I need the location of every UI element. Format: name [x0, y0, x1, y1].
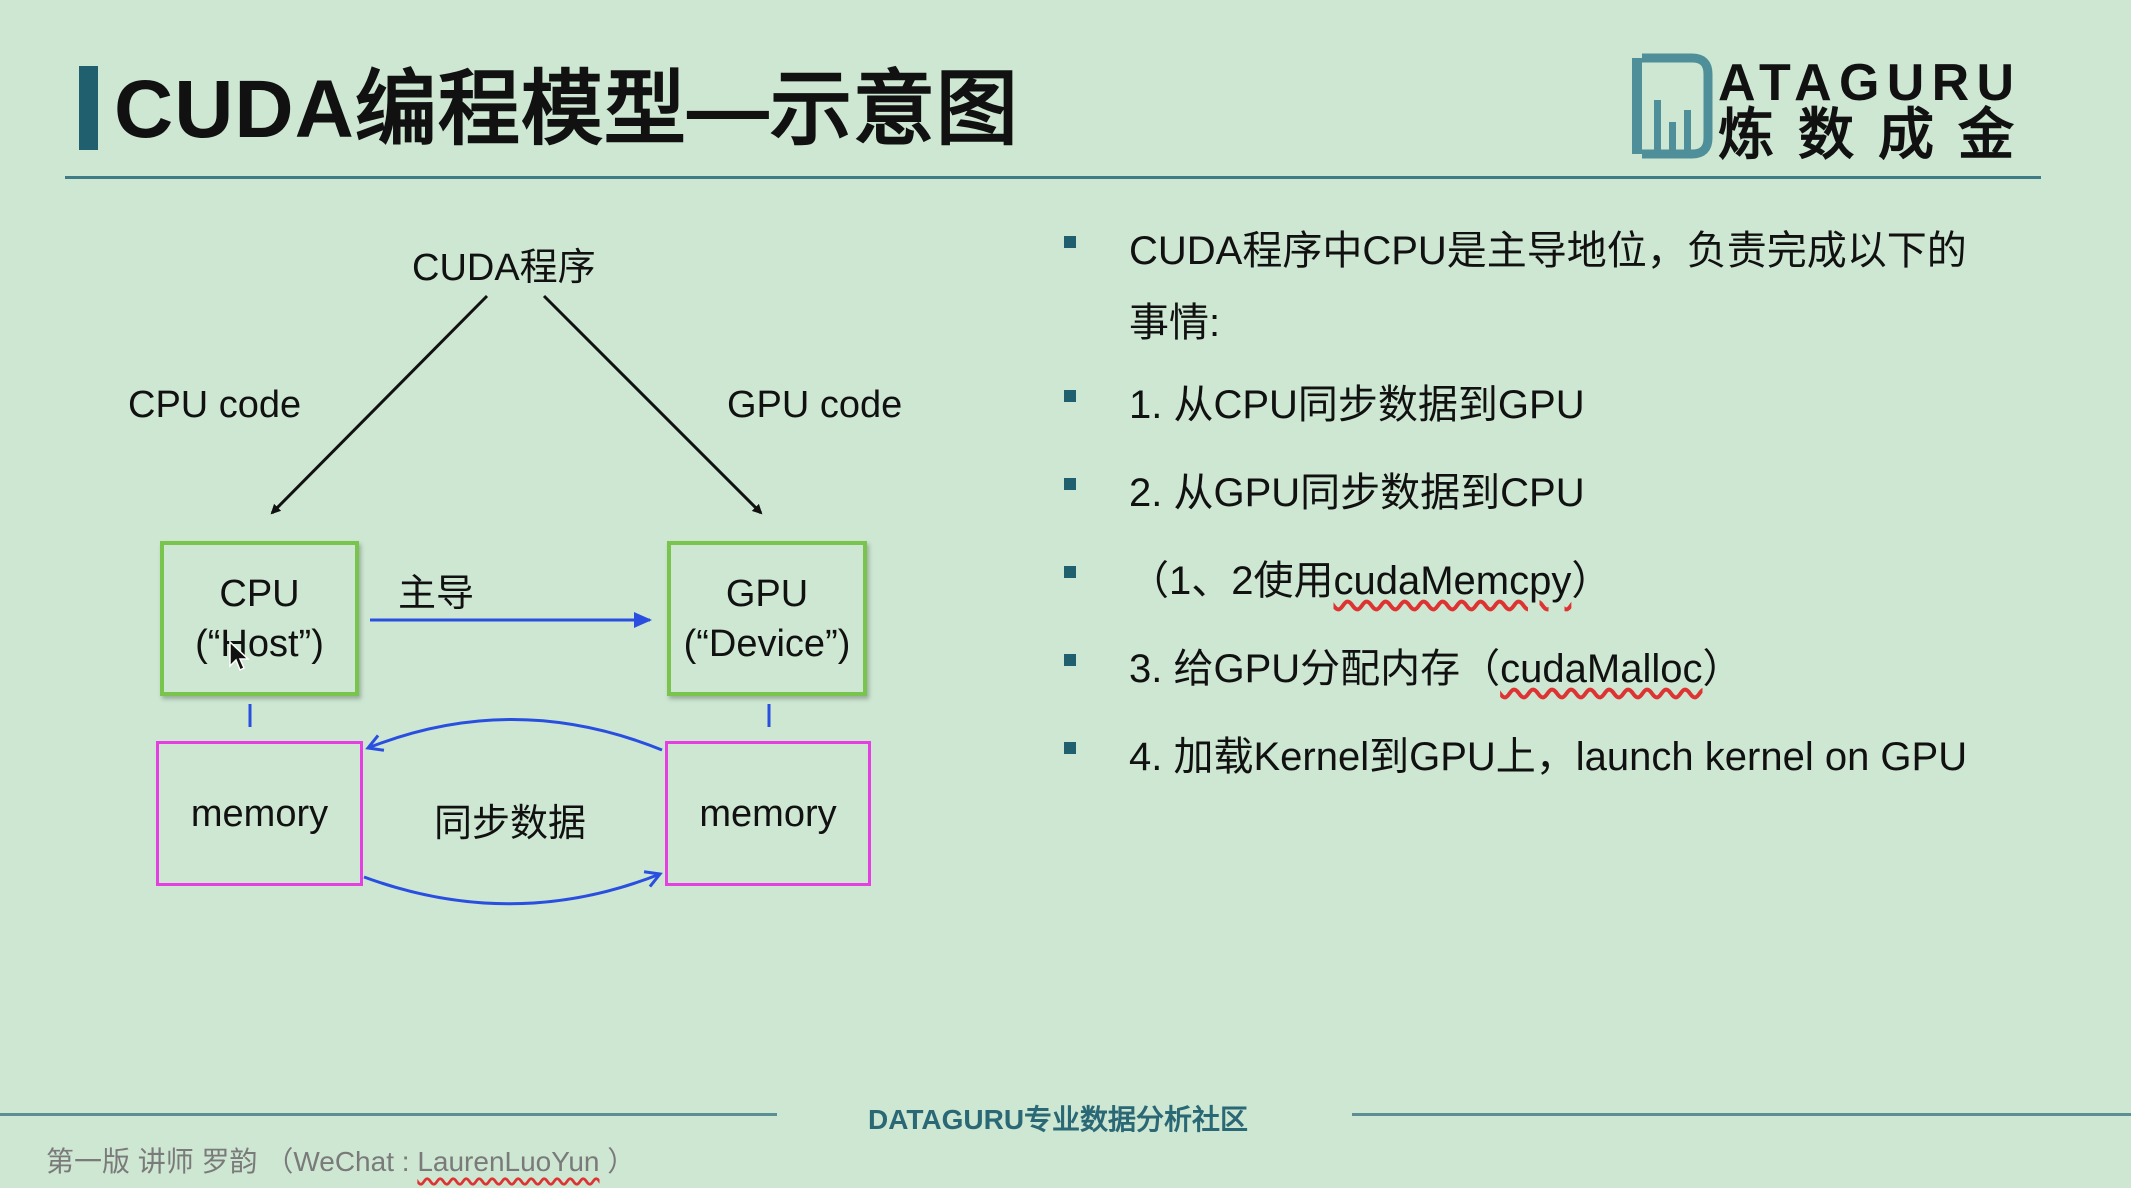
gpu-device-box: GPU (“Device”) [667, 541, 867, 696]
dataguru-logo: ATAGURU 炼数成金 [1632, 53, 2015, 160]
host-memory-label: memory [190, 792, 329, 835]
bullet-marker [1064, 478, 1076, 490]
cuda-program-label: CUDA程序 [412, 247, 596, 289]
bullet-marker [1064, 236, 1076, 248]
cpu-code-label: CPU code [128, 384, 302, 426]
arrow-cpu-code [270, 294, 489, 515]
cpu-box-subtitle: (“Host”) [195, 622, 324, 665]
bullet-marker [1064, 566, 1076, 578]
bullet-marker [1064, 742, 1076, 754]
gpu-box-subtitle: (“Device”) [683, 622, 851, 665]
gpu-code-label: GPU code [727, 384, 903, 426]
footer-divider-right [1352, 1113, 2131, 1116]
wechat-id: LaurenLuoYun [417, 1146, 600, 1177]
footer-credit: 第一版 讲师 罗韵 （WeChat : LaurenLuoYun ） [46, 1146, 636, 1177]
control-label: 主导 [398, 573, 475, 615]
bullet-marker [1064, 390, 1076, 402]
cpu-box-title: CPU [219, 572, 300, 615]
gpu-box-title: GPU [725, 572, 809, 615]
spellcheck-word: cudaMemcpy [1333, 559, 1572, 603]
footer-divider-left [0, 1113, 777, 1116]
device-memory-label: memory [699, 792, 837, 835]
arrow-sync-to-device [363, 870, 663, 906]
sync-data-label: 同步数据 [434, 803, 587, 845]
footer-brand: DATAGURU专业数据分析社区 [868, 1104, 1249, 1135]
cpu-host-box: CPU (“Host”) [160, 541, 359, 696]
mouse-cursor-icon [229, 640, 250, 672]
bullet-marker [1064, 654, 1076, 666]
arrow-sync-to-host [365, 718, 663, 752]
spellcheck-word: cudaMalloc [1500, 647, 1703, 691]
host-memory-box: memory [156, 741, 363, 886]
device-memory-box: memory [665, 741, 871, 886]
